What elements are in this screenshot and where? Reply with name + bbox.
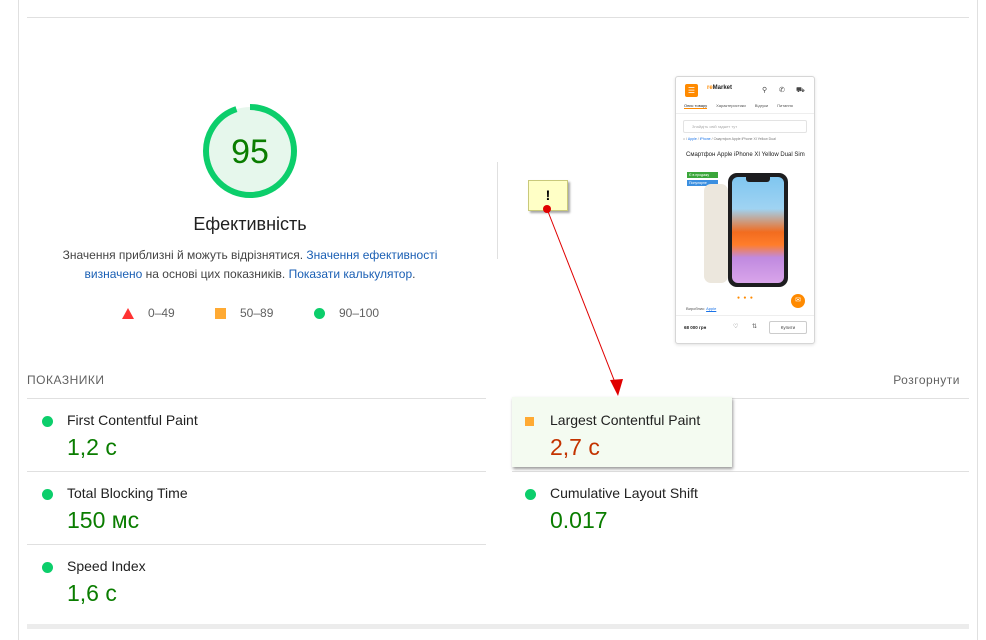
performance-title: Ефективність	[193, 214, 307, 234]
metric-name: Largest Contentful Paint	[550, 412, 701, 428]
metric-cumulative-layout-shift[interactable]: Cumulative Layout Shift 0.017	[510, 472, 970, 544]
thumb-tab: Питання	[777, 103, 793, 108]
metric-value: 0.017	[550, 507, 608, 533]
performance-score: 95	[231, 133, 269, 171]
pass-circle-icon	[42, 562, 53, 573]
legend-fail-label: 0–49	[148, 306, 175, 320]
thumb-divider-2	[676, 315, 814, 316]
legend-pass: 90–100	[314, 305, 379, 321]
pass-circle-icon	[314, 307, 325, 319]
thumb-phone-icon: ✆	[779, 87, 785, 94]
metric-name: Speed Index	[67, 558, 146, 574]
expand-toggle[interactable]: Розгорнути	[860, 373, 960, 387]
thumb-divider	[676, 113, 814, 114]
show-calculator-link[interactable]: Показати калькулятор	[289, 267, 413, 281]
bottom-bar	[27, 624, 969, 629]
metric-total-blocking-time[interactable]: Total Blocking Time 150 мс	[27, 472, 487, 544]
thumb-tab: Характеристики	[716, 103, 746, 108]
average-square-icon	[215, 307, 226, 319]
thumb-buy-button: Купити	[769, 321, 807, 334]
page-screenshot-thumbnail[interactable]: ☰ reMarket ⚲ ✆ ⛟ Опис товару Характерист…	[675, 76, 815, 344]
thumb-product-title: Смартфон Apple iPhone XI Yellow Dual Sim	[686, 152, 805, 158]
pass-circle-icon	[42, 416, 53, 427]
metric-value: 150 мс	[67, 507, 140, 533]
thumb-heart-icon: ♡	[733, 324, 739, 330]
thumb-badge-stock: Є в продажу	[687, 172, 718, 178]
legend-average-label: 50–89	[240, 306, 274, 320]
thumb-chat-icon: ✉	[791, 294, 805, 308]
metrics-section-label: ПОКАЗНИКИ	[27, 373, 105, 387]
thumb-price: 68 000 грн	[684, 325, 707, 330]
thumb-location-icon: ⚲	[762, 87, 768, 94]
metric-speed-index[interactable]: Speed Index 1,6 с	[27, 545, 487, 617]
average-square-icon	[525, 417, 534, 426]
annotation-note: !	[528, 180, 568, 211]
thumb-maker: Виробник: Apple	[686, 306, 717, 311]
thumb-compare-icon: ⇅	[752, 324, 758, 330]
metric-first-contentful-paint[interactable]: First Contentful Paint 1,2 с	[27, 399, 487, 471]
metric-value: 1,2 с	[67, 434, 117, 460]
metric-name: Cumulative Layout Shift	[550, 485, 698, 501]
metric-largest-contentful-paint[interactable]: Largest Contentful Paint 2,7 с	[510, 399, 970, 471]
pass-circle-icon	[525, 489, 536, 500]
fail-triangle-icon	[122, 307, 134, 319]
thumb-phone-back-image	[704, 184, 728, 283]
thumb-tabs: Опис товару Характеристики Відгуки Питан…	[684, 103, 808, 109]
description-text-end: .	[412, 267, 416, 281]
thumb-menu-icon: ☰	[685, 84, 698, 97]
legend-pass-label: 90–100	[339, 306, 380, 320]
thumb-phone-screen	[732, 177, 784, 283]
thumb-breadcrumb: ⌂ / Apple / iPhone / Смартфон Apple iPho…	[683, 137, 776, 141]
top-divider	[27, 17, 969, 18]
description-text-middle: на основі цих показників.	[142, 267, 289, 281]
thumb-tab: Опис товару	[684, 103, 708, 109]
vertical-divider	[497, 162, 498, 259]
metric-value: 1,6 с	[67, 580, 117, 606]
legend-fail: 0–49	[122, 305, 175, 321]
score-description: Значення приблизні й можуть відрізнятися…	[50, 246, 450, 284]
thumb-search: Знайдіть свій гаджет тут	[683, 120, 807, 133]
metric-value: 2,7 с	[550, 434, 600, 460]
thumb-tab: Відгуки	[754, 103, 769, 108]
thumb-phone-notch	[746, 177, 770, 182]
thumb-carousel-dots: ● ● ●	[737, 295, 754, 301]
metric-name: Total Blocking Time	[67, 485, 188, 501]
legend-average: 50–89	[215, 305, 273, 321]
thumb-cart-icon: ⛟	[796, 87, 805, 94]
thumb-logo: reMarket	[707, 85, 733, 91]
description-text: Значення приблизні й можуть відрізнятися…	[62, 248, 307, 262]
pass-circle-icon	[42, 489, 53, 500]
metric-name: First Contentful Paint	[67, 412, 198, 428]
